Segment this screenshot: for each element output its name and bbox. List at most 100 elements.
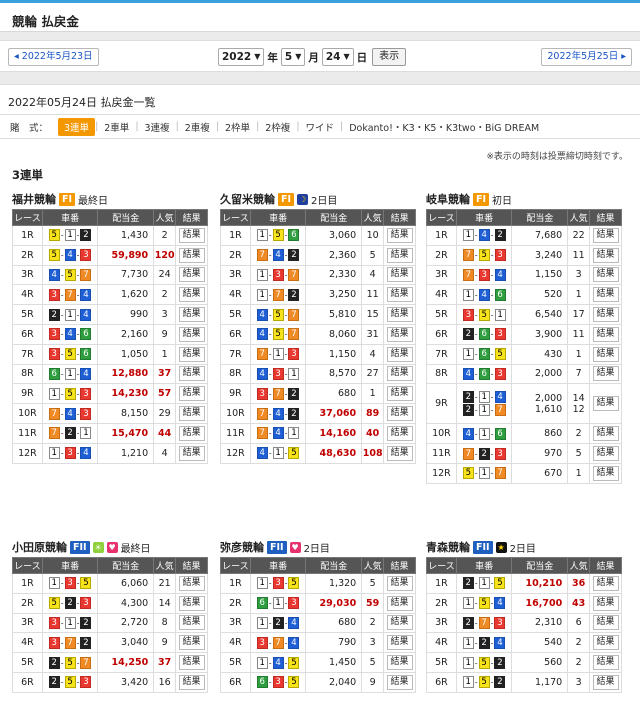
result-link[interactable]: 結果 [386,346,413,362]
result-link[interactable]: 結果 [592,346,619,362]
result-link[interactable]: 結果 [178,575,205,591]
result-link[interactable]: 結果 [592,426,619,442]
result-link[interactable]: 結果 [386,247,413,263]
bike-number-box: 5 [64,268,76,281]
result-link[interactable]: 結果 [592,366,619,382]
bike-number-box: 7 [462,447,474,460]
result-link[interactable]: 結果 [386,326,413,342]
result-link[interactable]: 結果 [592,446,619,462]
result-cell: 結果 [589,652,622,673]
track-name[interactable]: 小田原競輪 [12,539,67,555]
col-race: レース [426,557,457,574]
result-link[interactable]: 結果 [386,406,413,422]
tab-bet-type[interactable]: 3連単 [58,117,96,136]
show-button[interactable]: 表示 [372,48,407,66]
result-link[interactable]: 結果 [592,674,619,690]
result-link[interactable]: 結果 [178,307,205,323]
tab-bet-type[interactable]: 2車単 [98,120,135,134]
result-link[interactable]: 結果 [178,326,205,342]
combination: 1-3-7 [249,264,307,286]
result-link[interactable]: 結果 [178,247,205,263]
combo-separator: - [284,677,288,687]
result-link[interactable]: 結果 [592,655,619,671]
bike-number-box: 3 [494,367,506,380]
result-link[interactable]: 結果 [178,227,205,243]
track-name[interactable]: 青森競輪 [426,539,470,555]
panel-heading: 2022年05月24日 払戻金一覧 [0,85,640,115]
chevron-down-icon: ▼ [343,52,350,61]
tab-bet-type[interactable]: 2車複 [179,120,216,134]
result-cell: 結果 [383,383,416,405]
track-name[interactable]: 久留米競輪 [220,191,275,207]
result-link[interactable]: 結果 [386,595,413,611]
result-link[interactable]: 結果 [178,635,205,651]
result-link[interactable]: 結果 [592,287,619,303]
year-select[interactable]: 2022 ▼ [218,48,265,66]
combo-separator: - [60,290,64,300]
tab-bet-type[interactable]: ワイド [300,120,341,134]
result-link[interactable]: 結果 [386,674,413,690]
popularity: 16 [153,671,177,693]
result-link[interactable]: 結果 [386,287,413,303]
result-link[interactable]: 結果 [386,386,413,402]
next-date-button[interactable]: 2022年5月25日 ▸ [541,48,632,66]
result-link[interactable]: 結果 [592,227,619,243]
result-link[interactable]: 結果 [386,655,413,671]
result-link[interactable]: 結果 [178,615,205,631]
result-link[interactable]: 結果 [592,635,619,651]
col-race: レース [426,209,457,226]
result-link[interactable]: 結果 [178,267,205,283]
prev-date-button[interactable]: ◂ 2022年5月23日 [8,48,99,66]
result-link[interactable]: 結果 [178,366,205,382]
table-row: 10R 7-4-2 37,060 89 結果 [220,403,416,424]
result-link[interactable]: 結果 [386,267,413,283]
result-link[interactable]: 結果 [386,307,413,323]
tab-bet-type[interactable]: 3連複 [139,120,176,134]
result-link[interactable]: 結果 [178,386,205,402]
table-row: 11R 7-4-1 14,160 40 結果 [220,422,416,444]
day-select[interactable]: 24 ▼ [321,48,354,66]
tab-bet-type[interactable]: 2枠複 [259,120,296,134]
track-name[interactable]: 岐阜競輪 [426,191,470,207]
track-name[interactable]: 福井競輪 [12,191,56,207]
result-link[interactable]: 結果 [386,227,413,243]
result-link[interactable]: 結果 [592,267,619,283]
result-link[interactable]: 結果 [386,425,413,441]
result-link[interactable]: 結果 [178,406,205,422]
result-link[interactable]: 結果 [592,465,619,481]
result-link[interactable]: 結果 [592,326,619,342]
result-link[interactable]: 結果 [178,425,205,441]
result-link[interactable]: 結果 [592,307,619,323]
result-link[interactable]: 結果 [592,247,619,263]
result-link[interactable]: 結果 [592,396,619,412]
result-link[interactable]: 結果 [592,595,619,611]
result-link[interactable]: 結果 [178,595,205,611]
table-row: 4R 3-7-4 1,620 2 結果 [12,284,208,306]
combination: 7-4-1 [249,422,307,444]
result-link[interactable]: 結果 [386,575,413,591]
combination: 1-2-4 [249,612,307,634]
month-select[interactable]: 5 ▼ [280,48,306,66]
bike-number-box: 3 [80,676,92,689]
table-header-row: レース 車番 配当金 人気 結果 [220,209,416,226]
tab-bet-type[interactable]: Dokanto!・K3・K5・K3two・BiG DREAM [343,120,545,134]
result-link[interactable]: 結果 [386,445,413,461]
result-link[interactable]: 結果 [592,575,619,591]
result-link[interactable]: 結果 [592,615,619,631]
result-link[interactable]: 結果 [178,287,205,303]
result-link[interactable]: 結果 [178,674,205,690]
result-link[interactable]: 結果 [386,366,413,382]
result-link[interactable]: 結果 [178,346,205,362]
result-link[interactable]: 結果 [178,445,205,461]
table-row: 6R 1-5-2 1,170 3 結果 [426,671,622,693]
tab-bet-type[interactable]: 2枠単 [219,120,256,134]
bike-number-box: 7 [256,249,268,262]
result-link[interactable]: 結果 [386,615,413,631]
payout: 2,000 1,610 [511,383,569,425]
result-link[interactable]: 結果 [178,655,205,671]
combo-separator: - [284,638,288,648]
track-name[interactable]: 弥彦競輪 [220,539,264,555]
result-link[interactable]: 結果 [386,635,413,651]
payout-panel: 2022年05月24日 払戻金一覧 賭 式： 3連単 | 2車単 | 3連複 | 2車複 | 2… [0,84,640,706]
bike-number-box: 7 [256,348,268,361]
